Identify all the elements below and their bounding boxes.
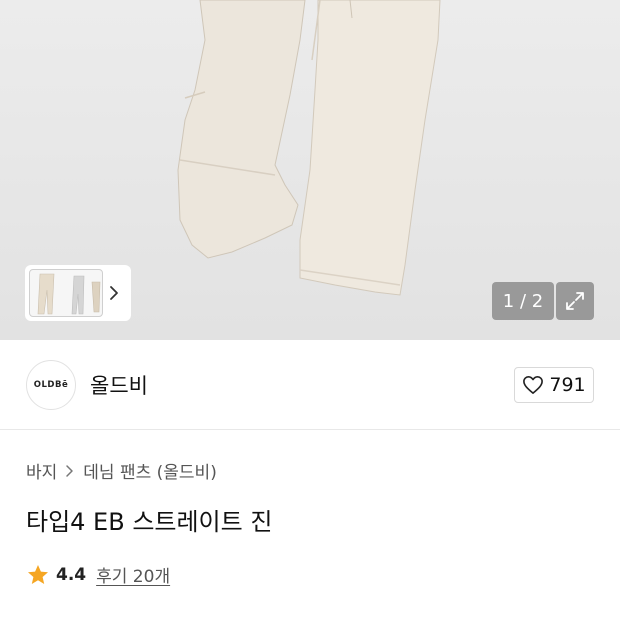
like-button[interactable]: 791 (514, 367, 594, 403)
rating-row: 4.4 후기 20개 (26, 562, 170, 587)
review-count-link[interactable]: 후기 20개 (96, 562, 170, 587)
brand-name[interactable]: 올드비 (90, 370, 148, 400)
product-title: 타입4 EB 스트레이트 진 (26, 508, 273, 536)
chevron-right-icon (66, 464, 74, 477)
thumbnail-active[interactable] (29, 269, 103, 317)
brand-logo-text: OLDBē (33, 380, 69, 390)
rating-score: 4.4 (56, 564, 87, 585)
brand-logo[interactable]: OLDBē (26, 360, 76, 410)
chevron-right-icon[interactable] (105, 283, 123, 303)
image-counter: 1 / 2 (492, 282, 554, 320)
expand-button[interactable] (556, 282, 594, 320)
breadcrumb: 바지 데님 팬츠 (올드비) (26, 458, 217, 483)
heart-icon (523, 376, 544, 394)
breadcrumb-category[interactable]: 바지 (26, 458, 57, 483)
breadcrumb-subcategory[interactable]: 데님 팬츠 (올드비) (83, 458, 217, 483)
thumbnail-strip[interactable] (25, 265, 131, 321)
thumbnail-image (37, 273, 101, 315)
like-count: 791 (549, 374, 586, 396)
product-image-gallery[interactable]: 1 / 2 (0, 0, 620, 340)
brand-row: OLDBē 올드비 791 (0, 340, 620, 430)
expand-icon (566, 292, 584, 310)
star-icon (28, 564, 48, 584)
